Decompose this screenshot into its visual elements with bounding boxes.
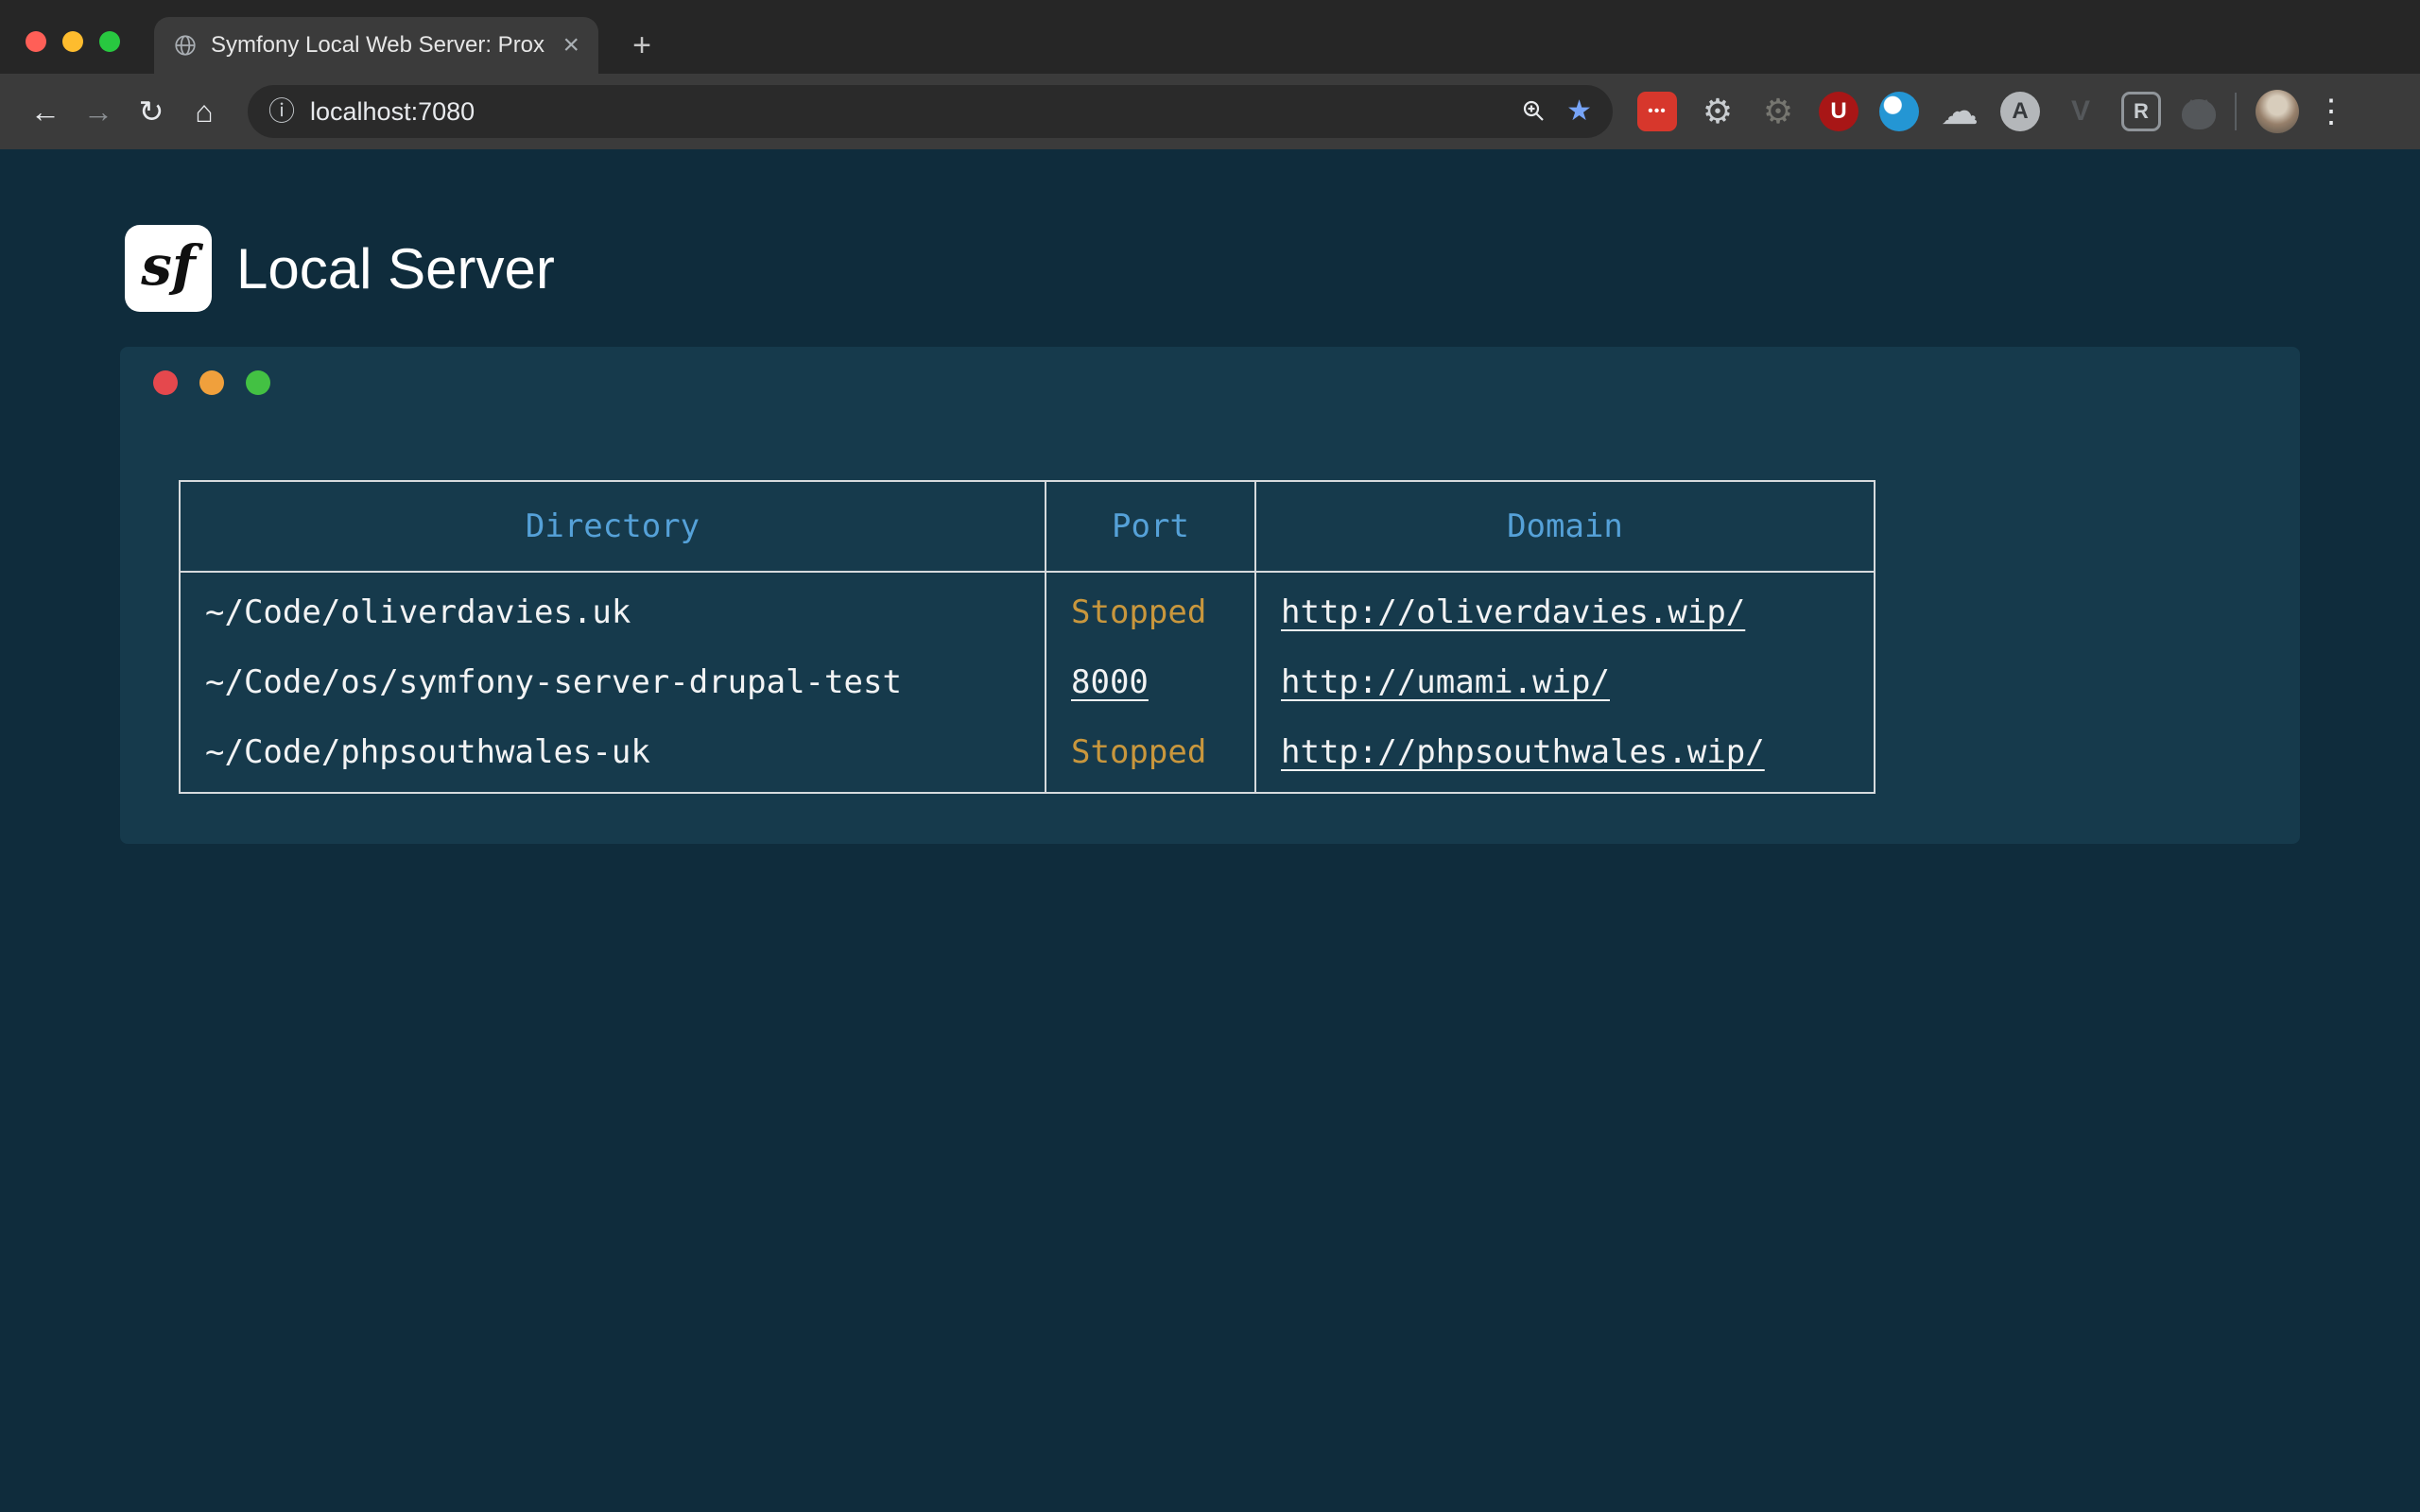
column-header-domain: Domain: [1255, 481, 1875, 572]
port-status: Stopped: [1071, 593, 1206, 631]
port-link[interactable]: 8000: [1071, 663, 1149, 701]
bookmark-star-icon[interactable]: ★: [1566, 97, 1592, 126]
servers-table: Directory Port Domain ~/Code/oliverdavie…: [179, 480, 1876, 794]
directory-cell: ~/Code/os/symfony-server-drupal-test: [180, 647, 1046, 717]
symfony-logo: sf: [125, 225, 212, 312]
domain-cell: http://oliverdavies.wip/: [1255, 572, 1875, 647]
tab-favicon-globe-icon: [173, 33, 198, 58]
panel-dot-green-icon: [246, 370, 270, 395]
extension-framed-r-icon[interactable]: R: [2121, 92, 2161, 131]
column-header-port: Port: [1046, 481, 1255, 572]
panel-dot-red-icon: [153, 370, 178, 395]
domain-link[interactable]: http://umami.wip/: [1281, 663, 1610, 701]
port-cell: Stopped: [1046, 572, 1255, 647]
domain-cell: http://phpsouthwales.wip/: [1255, 717, 1875, 793]
extensions-toolbar: ••• ⚙ ⚙ U ☁ A V R: [1637, 92, 2216, 131]
extension-ublock-icon[interactable]: U: [1819, 92, 1858, 131]
domain-link[interactable]: http://phpsouthwales.wip/: [1281, 733, 1765, 771]
url-text: localhost:7080: [310, 97, 475, 127]
directory-cell: ~/Code/phpsouthwales-uk: [180, 717, 1046, 793]
directory-cell: ~/Code/oliverdavies.uk: [180, 572, 1046, 647]
column-header-directory: Directory: [180, 481, 1046, 572]
reload-button[interactable]: ↻: [125, 85, 178, 138]
window-minimize-button[interactable]: [62, 31, 83, 52]
browser-window: Symfony Local Web Server: Prox × + ← → ↻…: [0, 0, 2420, 1512]
profile-avatar[interactable]: [2256, 90, 2299, 133]
window-zoom-button[interactable]: [99, 31, 120, 52]
tab-close-icon[interactable]: ×: [562, 31, 579, 60]
extension-gear-dark-icon[interactable]: ⚙: [1758, 92, 1798, 131]
page-title: Local Server: [236, 236, 555, 301]
zoom-icon[interactable]: [1521, 98, 1547, 125]
extension-letter-a-icon[interactable]: A: [2000, 92, 2040, 131]
domain-cell: http://umami.wip/: [1255, 647, 1875, 717]
table-row: ~/Code/oliverdavies.uk Stopped http://ol…: [180, 572, 1875, 647]
forward-button[interactable]: →: [72, 85, 125, 138]
table-row: ~/Code/os/symfony-server-drupal-test 800…: [180, 647, 1875, 717]
extension-letter-v-icon[interactable]: V: [2061, 92, 2100, 131]
port-cell: 8000: [1046, 647, 1255, 717]
table-row: ~/Code/phpsouthwales-uk Stopped http://p…: [180, 717, 1875, 793]
toolbar-divider: [2235, 93, 2237, 130]
site-info-icon[interactable]: ⓘ: [268, 98, 295, 125]
extension-gear-light-icon[interactable]: ⚙: [1698, 92, 1737, 131]
server-panel: Directory Port Domain ~/Code/oliverdavie…: [120, 347, 2300, 844]
port-cell: Stopped: [1046, 717, 1255, 793]
port-status: Stopped: [1071, 733, 1206, 771]
extension-password-manager-icon[interactable]: •••: [1637, 92, 1677, 131]
address-bar[interactable]: ⓘ localhost:7080 ★: [248, 85, 1613, 138]
symfony-logo-text: sf: [141, 233, 196, 298]
page-content: sf Local Server Directory Port: [0, 149, 2420, 1512]
window-close-button[interactable]: [26, 31, 46, 52]
back-button[interactable]: ←: [19, 85, 72, 138]
browser-menu-button[interactable]: ⋮: [2310, 91, 2352, 132]
tab-strip: Symfony Local Web Server: Prox × +: [0, 0, 2420, 74]
brand-header: sf Local Server: [125, 225, 555, 312]
table-header-row: Directory Port Domain: [180, 481, 1875, 572]
extension-cloud-icon[interactable]: ☁: [1940, 92, 1979, 131]
panel-dot-orange-icon: [199, 370, 224, 395]
extension-blue-disc-icon[interactable]: [1879, 92, 1919, 131]
new-tab-button[interactable]: +: [621, 25, 663, 66]
domain-link[interactable]: http://oliverdavies.wip/: [1281, 593, 1745, 631]
browser-tab[interactable]: Symfony Local Web Server: Prox ×: [154, 17, 598, 74]
tab-title: Symfony Local Web Server: Prox: [211, 32, 553, 59]
extension-octocat-icon[interactable]: [2182, 99, 2216, 129]
panel-traffic-lights: [153, 370, 270, 395]
home-button[interactable]: ⌂: [178, 85, 231, 138]
browser-toolbar: ← → ↻ ⌂ ⓘ localhost:7080 ★ ••• ⚙ ⚙ U: [0, 74, 2420, 149]
